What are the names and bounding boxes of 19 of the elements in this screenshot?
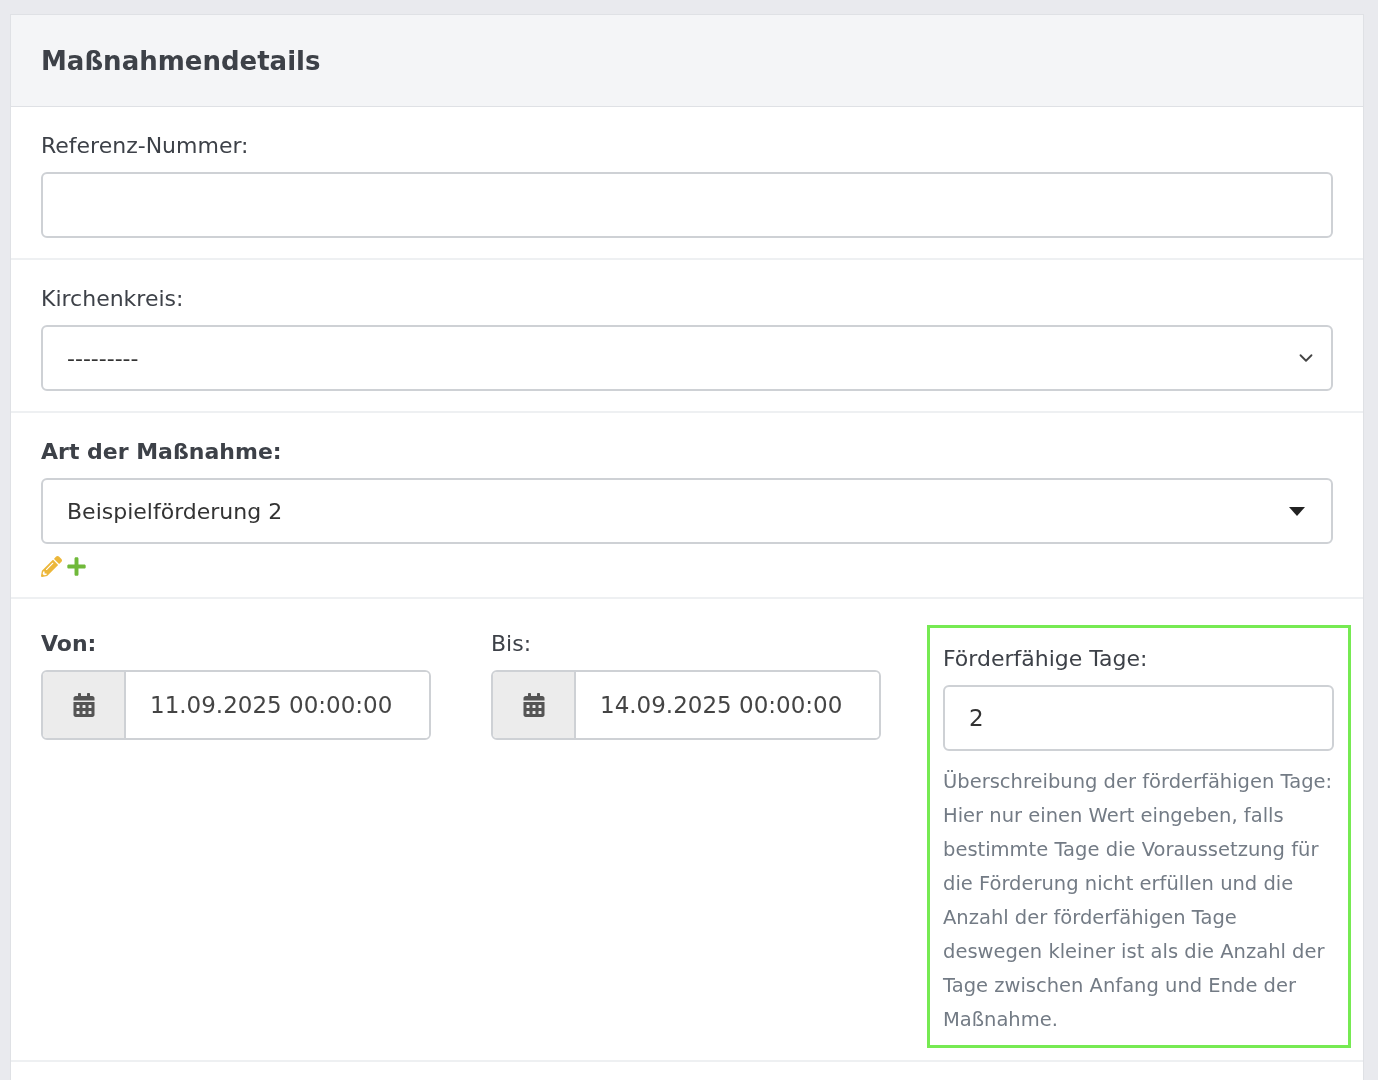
date-input[interactable]: 11.09.2025 00:00:00 xyxy=(41,670,431,740)
field-label: Von: xyxy=(41,631,98,656)
field-label: Art der Maßnahme: xyxy=(41,439,283,464)
caret-icon xyxy=(1289,506,1305,516)
dropdown-select[interactable]: --------- xyxy=(41,325,1333,391)
dropdown-select[interactable]: Beispielförderung 2 xyxy=(41,478,1333,544)
field-label: Kirchenkreis: xyxy=(41,286,185,311)
field-label: Bis: xyxy=(491,631,533,656)
help-text: Überschreibung der förderfähigen Tage: Hier nur einen Wert eingeben, falls bestimmte Tage die Voraussetzung für die Förderung nicht erfüllen und die Anzahl der förderfähigen Tage deswegen kleiner ist als die Anzahl der Tage zwischen Anfang und Ende der Maßnahme. xyxy=(943,769,1334,1033)
number-input[interactable]: 2 xyxy=(943,685,1334,751)
calendar-icon xyxy=(521,693,546,717)
field-label: Referenz-Nummer: xyxy=(41,133,250,158)
pencil-icon[interactable] xyxy=(41,556,62,577)
plus-icon[interactable] xyxy=(66,556,87,577)
date-input[interactable]: 14.09.2025 00:00:00 xyxy=(491,670,881,740)
panel-title: Maßnahmendetails xyxy=(41,45,321,76)
calendar-icon xyxy=(71,693,96,717)
text-input[interactable] xyxy=(41,172,1333,238)
field-label: Förderfähige Tage: xyxy=(943,646,1149,671)
